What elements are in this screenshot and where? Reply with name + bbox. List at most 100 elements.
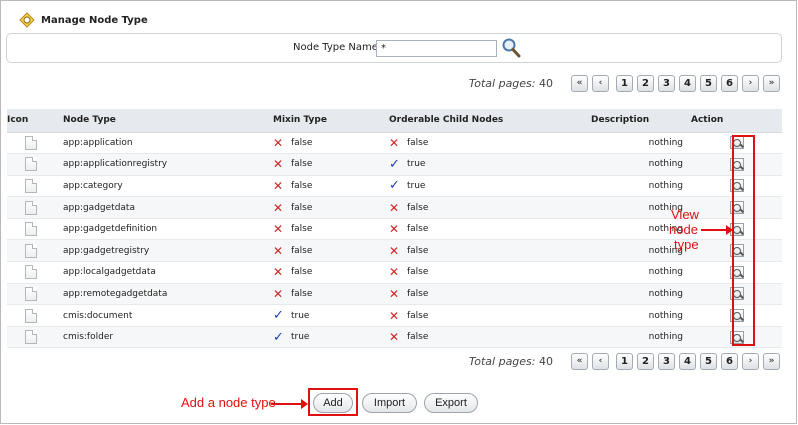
row-icon-cell <box>7 326 55 349</box>
table-row: app:gadgetdefinition ✕ false ✕ false nothing <box>7 218 782 241</box>
orderable-child-nodes: ✕ false <box>381 239 583 263</box>
last-page-button[interactable]: » <box>763 74 780 92</box>
red-x-icon: ✕ <box>273 178 284 193</box>
node-type-name: app:gadgetdefinition <box>55 218 265 241</box>
table-row: app:localgadgetdata ✕ false ✕ false nothing <box>7 261 782 284</box>
mixin-type-text: false <box>291 159 313 170</box>
page-2-button[interactable]: 2 <box>637 74 654 92</box>
page-1-button[interactable]: 1 <box>616 352 633 370</box>
first-page-button[interactable]: « <box>571 74 588 92</box>
last-page-button[interactable]: » <box>763 352 780 370</box>
red-x-icon: ✕ <box>389 222 400 237</box>
total-pages-text: Total pages: 40 <box>469 77 553 90</box>
orderable-child-nodes: ✓ true <box>381 175 583 198</box>
blue-check-icon: ✓ <box>273 308 284 324</box>
orderable-child-nodes-value: ✕ false <box>389 265 428 279</box>
file-icon <box>25 243 37 258</box>
orderable-child-nodes: ✕ false <box>381 132 583 155</box>
table-row: app:application ✕ false ✕ false nothing <box>7 132 782 155</box>
page-3-button[interactable]: 3 <box>658 74 675 92</box>
orderable-child-nodes-value: ✕ false <box>389 201 428 215</box>
table-row: app:applicationregistry ✕ false ✓ true nothin… <box>7 153 782 176</box>
orderable-child-nodes-value: ✓ true <box>389 178 425 193</box>
description: nothing <box>583 283 691 306</box>
next-page-button[interactable]: › <box>742 352 759 370</box>
orderable-child-nodes-text: false <box>407 224 429 235</box>
export-button[interactable]: Export <box>424 393 478 413</box>
node-type-name-input[interactable] <box>376 40 497 57</box>
add-button[interactable]: Add <box>313 393 353 413</box>
red-x-icon: ✕ <box>273 135 284 150</box>
page-4-button[interactable]: 4 <box>679 74 696 92</box>
file-icon <box>25 135 37 150</box>
column-header-mixin-type: Mixin Type <box>265 109 381 133</box>
table-row: app:remotegadgetdata ✕ false ✕ false nothing <box>7 283 782 306</box>
total-pages-label: Total pages: <box>468 354 536 368</box>
description: nothing <box>583 261 691 284</box>
orderable-child-nodes: ✕ false <box>381 326 583 349</box>
orderable-child-nodes-text: false <box>407 137 429 148</box>
page-5-button[interactable]: 5 <box>700 74 717 92</box>
table-row: cmis:document ✓ true ✕ false nothing <box>7 304 782 327</box>
description: nothing <box>583 132 691 155</box>
page-5-button[interactable]: 5 <box>700 352 717 370</box>
page-3-button[interactable]: 3 <box>658 352 675 370</box>
red-x-icon: ✕ <box>273 286 284 301</box>
row-icon-cell <box>7 218 55 241</box>
red-x-icon: ✕ <box>273 243 284 258</box>
column-header-node-type: Node Type <box>55 109 265 133</box>
import-button[interactable]: Import <box>362 393 417 413</box>
red-x-icon: ✕ <box>389 308 400 323</box>
file-icon <box>25 178 37 193</box>
orderable-child-nodes-text: false <box>407 267 429 278</box>
node-type-name: app:localgadgetdata <box>55 261 265 284</box>
mixin-type-text: false <box>291 267 313 278</box>
node-type-name: cmis:folder <box>55 326 265 349</box>
page-2-button[interactable]: 2 <box>637 352 654 370</box>
orderable-child-nodes: ✕ false <box>381 283 583 306</box>
total-pages-label: Total pages: <box>468 76 536 90</box>
file-icon <box>25 265 37 280</box>
red-x-icon: ✕ <box>389 200 400 215</box>
page-4-button[interactable]: 4 <box>679 352 696 370</box>
first-page-button[interactable]: « <box>571 352 588 370</box>
mixin-type-value: ✕ false <box>273 136 312 150</box>
orderable-child-nodes: ✕ false <box>381 218 583 241</box>
search-label: Node Type Name <box>293 42 378 53</box>
table-row: app:category ✕ false ✓ true nothing <box>7 175 782 198</box>
prev-page-button[interactable]: ‹ <box>592 352 609 370</box>
mixin-type-text: false <box>291 288 313 299</box>
page-1-button[interactable]: 1 <box>616 74 633 92</box>
red-x-icon: ✕ <box>273 157 284 172</box>
page-6-button[interactable]: 6 <box>721 74 738 92</box>
view-callout-line-1: View <box>671 207 699 222</box>
orderable-child-nodes: ✕ false <box>381 261 583 284</box>
row-icon-cell <box>7 304 55 327</box>
magnifier-icon[interactable] <box>501 37 521 58</box>
node-type-name: app:remotegadgetdata <box>55 283 265 306</box>
mixin-type-text: false <box>291 180 313 191</box>
node-type-name: app:application <box>55 132 265 155</box>
total-pages-value: 40 <box>539 354 553 368</box>
mixin-type: ✓ true <box>265 304 381 327</box>
row-icon-cell <box>7 132 55 155</box>
total-pages-text: Total pages: 40 <box>469 355 553 368</box>
next-page-button[interactable]: › <box>742 74 759 92</box>
mixin-type: ✕ false <box>265 239 381 263</box>
table-header-row: Icon Node Type Mixin Type Orderable Chil… <box>7 109 782 133</box>
description: nothing <box>583 153 691 176</box>
add-node-type-callout: Add a node type <box>181 395 276 410</box>
mixin-type-value: ✕ false <box>273 179 312 193</box>
page-6-button[interactable]: 6 <box>721 352 738 370</box>
orderable-child-nodes-text: false <box>407 288 429 299</box>
table-row: app:gadgetdata ✕ false ✕ false nothing <box>7 196 782 219</box>
red-x-icon: ✕ <box>273 265 284 280</box>
file-icon <box>25 286 37 301</box>
orderable-child-nodes-value: ✕ false <box>389 222 428 236</box>
mixin-type-value: ✕ false <box>273 157 312 171</box>
prev-page-button[interactable]: ‹ <box>592 74 609 92</box>
blue-check-icon: ✓ <box>389 156 400 172</box>
column-header-icon: Icon <box>7 109 55 133</box>
view-callout-line-3: type <box>674 237 699 252</box>
orderable-child-nodes-text: false <box>407 202 429 213</box>
